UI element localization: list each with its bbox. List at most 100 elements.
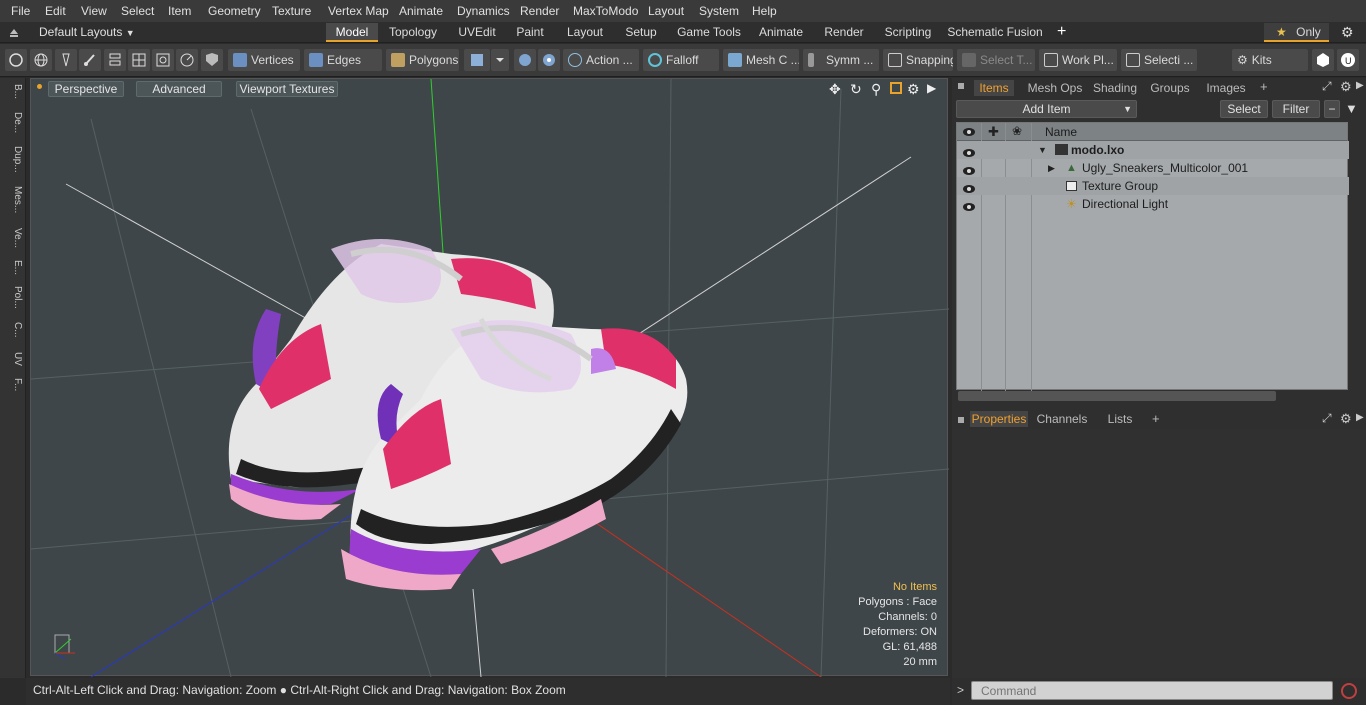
view-mode-button[interactable]: Perspective [48,81,124,97]
menu-render[interactable]: Render [520,4,559,18]
tool-strip-tab-basic[interactable]: B... [3,84,23,99]
add-item-button[interactable]: Add Item ▼ [956,100,1137,118]
expand-properties-icon[interactable]: ⤢ [1322,411,1332,426]
tool-strip-tab-polygon[interactable]: Pol... [3,286,23,309]
type-header-icon[interactable]: ❀ [1012,124,1022,138]
tool-strip-tab-edge[interactable]: E... [3,260,23,275]
select-through-button[interactable]: Select T... [957,49,1035,71]
tab-schematic-fusion[interactable]: Schematic Fusion [947,23,1043,42]
tool-strip-tab-deform[interactable]: De... [3,112,23,133]
tab-scripting[interactable]: Scripting [880,23,936,42]
menu-texture[interactable]: Texture [272,4,311,18]
tab-game-tools[interactable]: Game Tools [674,23,744,42]
tab-layout[interactable]: Layout [561,23,609,42]
falloff-button[interactable]: Falloff [643,49,719,71]
tool-strip-tab-duplicate[interactable]: Dup... [3,146,23,173]
add-tab-icon[interactable]: + [1057,23,1066,41]
tool-strip-tab-vertex[interactable]: Ve... [3,228,23,248]
tab-animate[interactable]: Animate [754,23,808,42]
name-column-header[interactable]: Name [1045,125,1077,139]
tool-strip-tab-curve[interactable]: C... [3,322,23,338]
viewport-textures-button[interactable]: Viewport Textures [236,81,338,97]
list-item-texture-group[interactable]: Texture Group [957,177,1349,195]
expand-arrow-icon[interactable]: ▼ [1038,141,1047,159]
gear-icon[interactable]: ⚙ [1341,24,1354,41]
tab-model[interactable]: Model [326,23,378,42]
snap-toggle-icon[interactable] [514,49,536,71]
filter-button[interactable]: Filter [1272,100,1320,118]
tab-paint[interactable]: Paint [510,23,550,42]
collapse-icon[interactable] [8,25,20,39]
visibility-header-eye-icon[interactable] [963,126,975,136]
menu-edit[interactable]: Edit [45,4,66,18]
list-item-directional-light[interactable]: ☀ Directional Light [957,195,1349,213]
tab-topology[interactable]: Topology [382,23,444,42]
menu-file[interactable]: File [11,4,30,18]
viewport-expand-arrow-icon[interactable]: ▶ [927,81,936,95]
menu-item[interactable]: Item [168,4,191,18]
tab-lists[interactable]: Lists [1100,411,1140,427]
menu-vertex-map[interactable]: Vertex Map [328,4,389,18]
kits-button[interactable]: ⚙ Kits [1232,49,1308,71]
viewport-menu-dot-icon[interactable] [37,84,42,89]
properties-menu-icon[interactable] [958,417,964,423]
visibility-eye-icon[interactable] [963,181,975,193]
menu-system[interactable]: System [699,4,739,18]
tab-channels[interactable]: Channels [1036,411,1088,427]
menu-animate[interactable]: Animate [399,4,443,18]
symmetry-button[interactable]: Symm ... [803,49,879,71]
pen-icon[interactable] [55,49,77,71]
action-center-button[interactable]: Action ... [563,49,639,71]
lock-header-icon[interactable]: ✚ [988,124,999,140]
menu-maxtomodo[interactable]: MaxToModo [573,4,638,18]
frame-icon[interactable] [152,49,174,71]
zoom-view-icon[interactable]: ⚲ [871,81,881,98]
tab-groups[interactable]: Groups [1149,80,1191,96]
visibility-eye-icon[interactable] [963,163,975,175]
tab-images[interactable]: Images [1204,80,1248,96]
brush-icon[interactable] [79,49,101,71]
tab-render[interactable]: Render [819,23,869,42]
list-item-modo-lxo[interactable]: ▼ modo.lxo [957,141,1349,159]
tab-setup[interactable]: Setup [619,23,663,42]
menu-dynamics[interactable]: Dynamics [457,4,510,18]
selection-sets-button[interactable]: Selecti ... [1121,49,1197,71]
item-mode-icon[interactable] [464,49,490,71]
globe-icon[interactable] [30,49,52,71]
add-tab-icon[interactable]: + [1260,79,1268,94]
snapping-button[interactable]: Snapping [883,49,953,71]
menu-select[interactable]: Select [121,4,154,18]
list-item-sneakers-mesh[interactable]: ▶ ▲ Ugly_Sneakers_Multicolor_001 [957,159,1349,177]
command-input[interactable] [971,681,1333,700]
maximize-view-icon[interactable] [890,82,902,94]
stop-icon[interactable] [1341,683,1357,699]
menu-help[interactable]: Help [752,4,777,18]
grid-icon[interactable] [128,49,150,71]
unreal-icon[interactable]: U [1337,49,1359,71]
mesh-constraint-button[interactable]: Mesh C ... [723,49,799,71]
panel-menu-icon[interactable] [958,83,964,89]
visibility-eye-icon[interactable] [963,199,975,211]
layout-dropdown[interactable]: Default Layouts ▼ [39,25,135,39]
only-toggle[interactable]: ★ Only [1264,23,1329,42]
tab-shading[interactable]: Shading [1092,80,1138,96]
rotate-view-icon[interactable]: ↻ [850,81,862,98]
work-plane-button[interactable]: Work Pl... [1039,49,1117,71]
edges-button[interactable]: Edges [304,49,382,71]
move-view-icon[interactable]: ✥ [829,81,841,98]
shield-icon[interactable] [201,49,223,71]
chevron-down-icon[interactable] [491,49,509,71]
circle-select-icon[interactable] [5,49,27,71]
polygons-button[interactable]: Polygons [386,49,459,71]
expand-arrow-icon[interactable]: ▶ [1048,159,1055,177]
visibility-eye-icon[interactable] [963,145,975,157]
symmetry-toggle-icon[interactable] [538,49,560,71]
expand-panel-icon[interactable]: ⤢ [1322,79,1332,94]
dial-icon[interactable] [176,49,198,71]
menu-layout[interactable]: Layout [648,4,684,18]
menu-geometry[interactable]: Geometry [208,4,261,18]
viewport-settings-gear-icon[interactable]: ⚙ [907,81,920,98]
tab-items[interactable]: Items [974,80,1014,96]
unity-icon[interactable] [1312,49,1334,71]
3d-viewport[interactable]: Perspective Advanced Viewport Textures ✥… [30,78,949,677]
